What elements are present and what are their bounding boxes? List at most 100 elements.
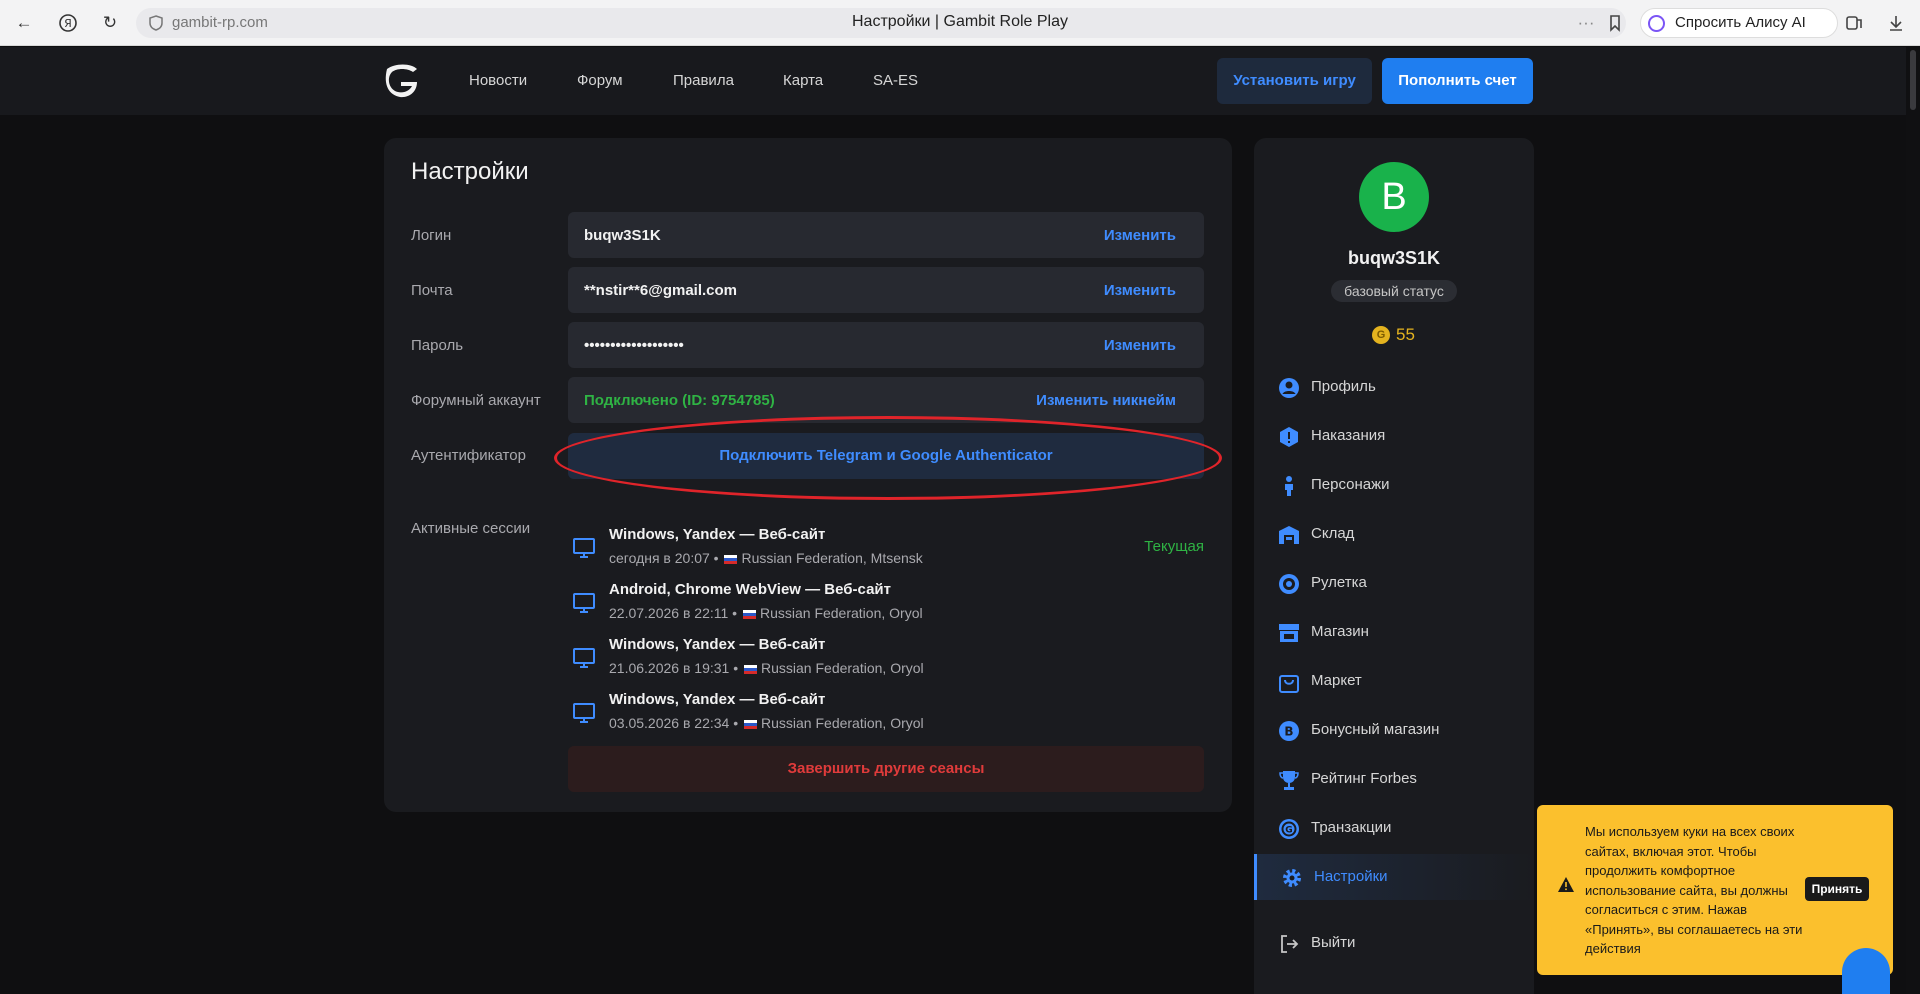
- svg-text:Я: Я: [64, 17, 72, 30]
- sidebar-item-label: Наказания: [1311, 427, 1386, 444]
- download-icon[interactable]: [1884, 11, 1908, 35]
- nav-sa-es[interactable]: SA-ES: [873, 72, 918, 89]
- sidebar-item-warehouse[interactable]: Склад: [1254, 511, 1534, 557]
- session-meta: 21.06.2026 в 19:31 • Russian Federation,…: [609, 660, 924, 676]
- nav-map[interactable]: Карта: [783, 72, 823, 89]
- coin-icon: G: [1372, 326, 1390, 344]
- sidebar-item-label: Склад: [1311, 525, 1355, 542]
- svg-text:B: B: [1284, 725, 1293, 739]
- collections-icon[interactable]: [1842, 11, 1866, 35]
- change-nickname-link[interactable]: Изменить никнейм: [1036, 392, 1176, 409]
- session-meta: 03.05.2026 в 22:34 • Russian Federation,…: [609, 715, 924, 731]
- change-password-link[interactable]: Изменить: [1104, 337, 1176, 354]
- russia-flag-icon: [742, 609, 756, 619]
- nav-forum[interactable]: Форум: [577, 72, 623, 89]
- change-login-link[interactable]: Изменить: [1104, 227, 1176, 244]
- bookmark-icon[interactable]: [1603, 11, 1627, 35]
- reload-icon[interactable]: ↻: [98, 11, 122, 35]
- password-label: Пароль: [411, 337, 464, 354]
- forum-account-label: Форумный аккаунт: [411, 392, 541, 409]
- url-text[interactable]: gambit-rp.com: [172, 14, 268, 31]
- sidebar-item-profile[interactable]: Профиль: [1254, 364, 1534, 410]
- sidebar-item-label: Рулетка: [1311, 574, 1367, 591]
- session-location: Russian Federation, Oryol: [761, 660, 924, 676]
- sidebar-item-characters[interactable]: Персонажи: [1254, 462, 1534, 508]
- authenticator-label: Аутентификатор: [411, 447, 526, 464]
- nav-rules[interactable]: Правила: [673, 72, 734, 89]
- russia-flag-icon: [724, 554, 738, 564]
- session-item: Windows, Yandex — Веб-сайт 21.06.2026 в …: [568, 636, 1204, 686]
- sidebar-item-punishments[interactable]: Наказания: [1254, 413, 1534, 459]
- nav-news[interactable]: Новости: [469, 72, 527, 89]
- person-icon: [1285, 476, 1293, 496]
- page-title: Настройки: [411, 158, 529, 185]
- sidebar-item-settings[interactable]: Настройки: [1254, 854, 1534, 900]
- svg-text:G: G: [1285, 826, 1292, 836]
- avatar[interactable]: B: [1359, 162, 1429, 232]
- change-email-link[interactable]: Изменить: [1104, 282, 1176, 299]
- sidebar-item-label: Профиль: [1311, 378, 1376, 395]
- sidebar-item-label: Персонажи: [1311, 476, 1390, 493]
- session-location: Russian Federation, Oryol: [761, 715, 924, 731]
- login-label: Логин: [411, 227, 452, 244]
- session-location: Russian Federation, Oryol: [759, 605, 923, 621]
- monitor-icon: [573, 538, 595, 558]
- sidebar-item-label: Транзакции: [1311, 819, 1392, 836]
- email-label: Почта: [411, 282, 453, 299]
- more-icon[interactable]: ···: [1574, 11, 1598, 35]
- alice-icon: [1648, 15, 1665, 32]
- sidebar-item-roulette[interactable]: Рулетка: [1254, 560, 1534, 606]
- yandex-icon[interactable]: Я: [56, 11, 80, 35]
- logout-button[interactable]: Выйти: [1254, 920, 1534, 966]
- warning-triangle-icon: [1558, 877, 1574, 892]
- sidebar-item-label: Маркет: [1311, 672, 1362, 689]
- scrollbar-thumb[interactable]: [1910, 50, 1916, 110]
- cookie-accept-button[interactable]: Принять: [1805, 877, 1869, 901]
- session-item: Windows, Yandex — Веб-сайт 03.05.2026 в …: [568, 691, 1204, 741]
- sidebar-item-transactions[interactable]: G Транзакции: [1254, 805, 1534, 851]
- user-icon: [1279, 378, 1299, 398]
- install-game-button[interactable]: Установить игру: [1217, 58, 1372, 104]
- session-meta: 22.07.2026 в 22:11 • Russian Federation,…: [609, 605, 923, 621]
- session-meta: сегодня в 20:07 • Russian Federation, Mt…: [609, 550, 923, 566]
- status-badge: базовый статус: [1331, 280, 1457, 302]
- login-field: buqw3S1K Изменить: [568, 212, 1204, 258]
- email-field: **nstir**6@gmail.com Изменить: [568, 267, 1204, 313]
- address-bar[interactable]: [136, 8, 1626, 38]
- sidebar-item-market[interactable]: Маркет: [1254, 658, 1534, 704]
- help-chat-button[interactable]: [1842, 948, 1890, 994]
- sidebar-item-forbes-rating[interactable]: Рейтинг Forbes: [1254, 756, 1534, 802]
- roulette-icon: [1279, 574, 1299, 594]
- end-other-sessions-button[interactable]: Завершить другие сеансы: [568, 746, 1204, 792]
- sidebar-item-store[interactable]: Магазин: [1254, 609, 1534, 655]
- connect-authenticator-button[interactable]: Подключить Telegram и Google Authenticat…: [568, 433, 1204, 479]
- page-scrollbar[interactable]: [1906, 47, 1920, 994]
- monitor-icon: [573, 593, 595, 613]
- back-icon[interactable]: ←: [12, 11, 36, 35]
- forum-account-field: Подключено (ID: 9754785) Изменить никней…: [568, 377, 1204, 423]
- top-up-button[interactable]: Пополнить счет: [1382, 58, 1533, 104]
- gambit-logo-icon[interactable]: [381, 59, 421, 99]
- shield-icon[interactable]: [144, 11, 168, 35]
- monitor-icon: [573, 648, 595, 668]
- session-device: Android, Chrome WebView — Веб-сайт: [609, 581, 891, 598]
- trophy-icon: [1279, 771, 1299, 790]
- russia-flag-icon: [744, 664, 758, 674]
- profile-username: buqw3S1K: [1347, 248, 1440, 268]
- sidebar-item-label: Магазин: [1311, 623, 1369, 640]
- coin-balance: 55: [1396, 325, 1415, 344]
- sidebar-item-label: Настройки: [1314, 868, 1388, 885]
- password-field: ••••••••••••••••••• Изменить: [568, 322, 1204, 368]
- logout-label: Выйти: [1311, 934, 1356, 951]
- session-location: Russian Federation, Mtsensk: [741, 550, 923, 566]
- coin-icon: G: [1279, 819, 1299, 839]
- warning-icon: [1280, 427, 1298, 447]
- sidebar-item-bonus-store[interactable]: B Бонусный магазин: [1254, 707, 1534, 753]
- logout-icon: [1281, 935, 1299, 953]
- session-device: Windows, Yandex — Веб-сайт: [609, 691, 826, 708]
- session-item: Android, Chrome WebView — Веб-сайт 22.07…: [568, 581, 1204, 631]
- forum-account-status: Подключено (ID: 9754785): [584, 392, 775, 409]
- monitor-icon: [573, 703, 595, 723]
- sidebar-item-label: Бонусный магазин: [1311, 721, 1440, 738]
- ask-alice-button[interactable]: Спросить Алису AI: [1640, 8, 1838, 38]
